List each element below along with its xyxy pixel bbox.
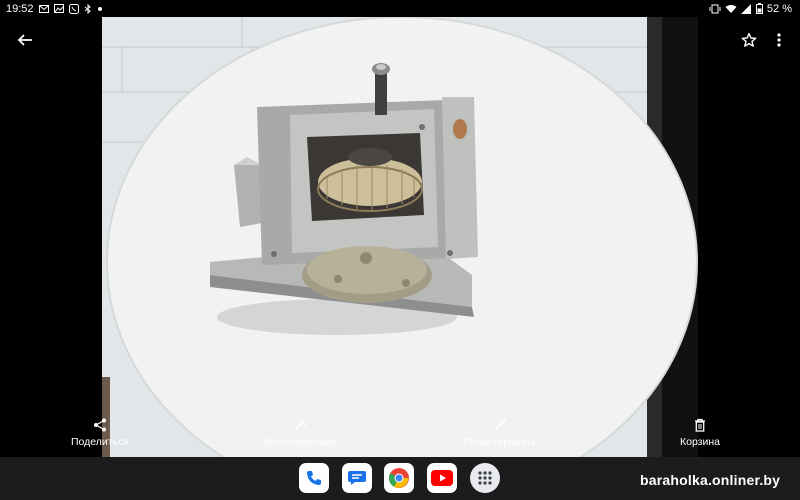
phone-app[interactable]	[299, 463, 329, 493]
phone-app-icon	[307, 471, 321, 485]
more-options-button[interactable]	[766, 27, 792, 53]
status-bar: 19:52 52 %	[0, 0, 800, 17]
watermark-text: baraholka.onliner.by	[640, 472, 781, 488]
photo-viewer-image[interactable]	[102, 17, 698, 457]
autocorrect-action[interactable]: Автокоррекция	[255, 418, 345, 448]
autocorrect-label: Автокоррекция	[263, 436, 337, 448]
magic-wand-icon	[294, 419, 306, 431]
brush-icon	[495, 418, 507, 431]
signal-icon	[740, 3, 751, 14]
bluetooth-icon	[84, 3, 91, 14]
wifi-icon	[725, 4, 737, 13]
vibrate-icon	[709, 4, 721, 13]
app-drawer-icon	[478, 471, 492, 485]
gmail-icon	[38, 4, 49, 13]
more-vert-icon	[777, 33, 781, 47]
status-time: 19:52	[6, 2, 34, 15]
youtube-app-icon	[431, 470, 453, 486]
battery-percent: 52 %	[766, 2, 792, 15]
trash-action[interactable]: Корзина	[675, 418, 725, 448]
image-icon	[53, 4, 64, 13]
favorite-button[interactable]	[736, 27, 762, 53]
arrow-left-icon	[17, 34, 32, 46]
share-icon	[94, 418, 106, 432]
dot-icon	[97, 6, 102, 11]
edit-action[interactable]: Редактировать	[455, 418, 545, 448]
messages-app[interactable]	[342, 463, 372, 493]
edit-label: Редактировать	[463, 436, 537, 448]
back-button[interactable]	[12, 27, 38, 53]
youtube-app[interactable]	[427, 463, 457, 493]
chrome-app[interactable]	[384, 463, 414, 493]
photo-content	[102, 17, 698, 457]
share-action[interactable]: Поделиться	[70, 418, 130, 448]
trash-icon	[695, 418, 705, 432]
viber-icon	[68, 3, 79, 14]
trash-label: Корзина	[680, 436, 720, 448]
chrome-app-icon	[388, 468, 409, 488]
share-label: Поделиться	[71, 436, 129, 448]
messages-app-icon	[348, 471, 366, 485]
battery-icon	[755, 3, 763, 14]
star-outline-icon	[741, 32, 757, 47]
app-drawer[interactable]	[470, 463, 500, 493]
